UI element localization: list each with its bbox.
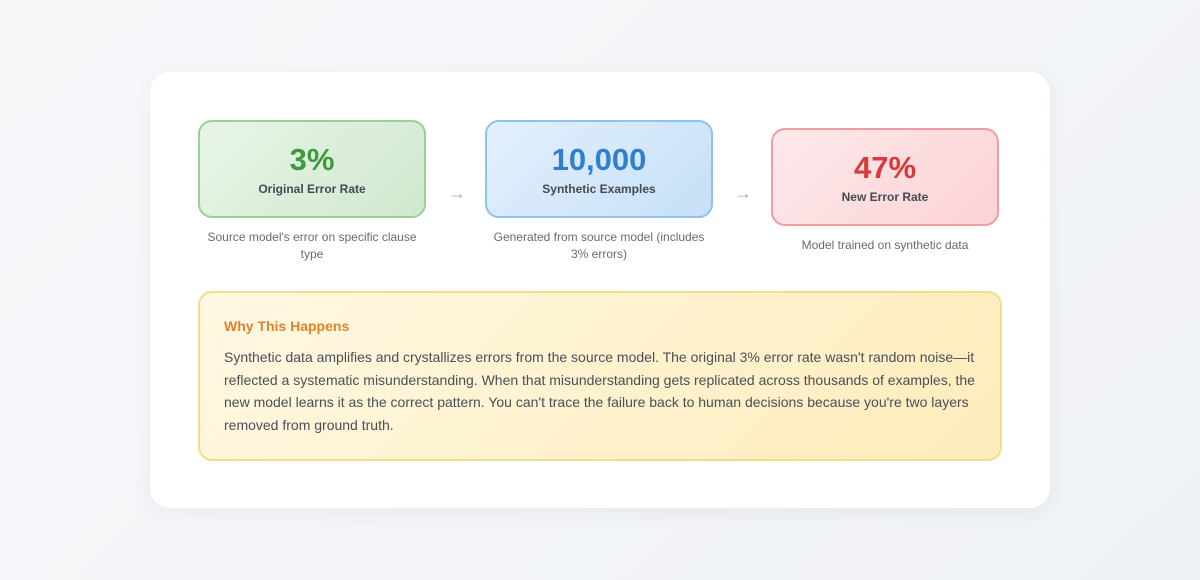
explanation-body: Synthetic data amplifies and crystallize… — [224, 349, 975, 433]
stage-box: 10,000 Synthetic Examples — [485, 120, 713, 218]
stage-box: 3% Original Error Rate — [198, 120, 426, 218]
stage-value: 3% — [289, 142, 335, 177]
error-amplification-flow: 3% Original Error Rate Source model's er… — [198, 120, 1002, 270]
stage-description: Source model's error on specific clause … — [207, 230, 417, 261]
right-arrow-icon: → — [734, 183, 752, 203]
right-arrow-icon: → — [448, 183, 466, 203]
stage-value: 47% — [853, 150, 917, 185]
stage-description: Generated from source model (includes 3%… — [493, 230, 705, 261]
stage-label: Original Error Rate — [258, 182, 366, 196]
stage-label: New Error Rate — [841, 190, 929, 204]
explanation-callout: Why This Happens Synthetic data amplifie… — [198, 291, 1002, 461]
content-card: 3% Original Error Rate Source model's er… — [150, 72, 1050, 508]
stage-description: Model trained on synthetic data — [801, 238, 969, 252]
stage-box: 47% New Error Rate — [771, 128, 999, 226]
stage-label: Synthetic Examples — [542, 182, 656, 196]
explanation-title: Why This Happens — [224, 318, 350, 334]
stage-value: 10,000 — [551, 142, 647, 177]
